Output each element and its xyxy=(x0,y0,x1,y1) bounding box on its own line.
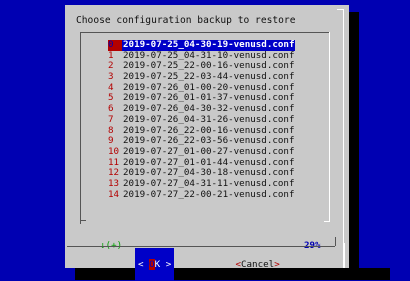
cancel-button[interactable]: <Cancel> xyxy=(202,248,280,281)
list-border-right xyxy=(329,32,330,220)
cancel-bracket-right: > xyxy=(274,259,280,270)
dialog-title: Choose configuration backup to restore xyxy=(76,15,296,26)
item-hotkey: 7 xyxy=(108,113,114,125)
item-hotkey: 10 xyxy=(108,145,120,157)
item-filename: 2019-07-26_04-31-26-venusd.conf xyxy=(123,113,295,125)
item-hotkey: 14 xyxy=(108,188,120,200)
list-border-bottom-left xyxy=(80,215,86,221)
ok-bracket-left: < xyxy=(138,259,150,270)
dialog-edge-top xyxy=(337,9,344,10)
dialog-edge-bottom-right xyxy=(344,243,345,268)
button-row: < OK > <Cancel> xyxy=(135,248,280,281)
list-item[interactable]: 10 2019-07-27_01-00-27-venusd.conf xyxy=(108,145,295,158)
list-item[interactable]: 7 2019-07-26_04-31-26-venusd.conf xyxy=(108,113,295,126)
list-border-top xyxy=(80,32,330,33)
button-divider xyxy=(67,246,335,247)
item-filename: 2019-07-27_22-00-21-venusd.conf xyxy=(123,188,295,200)
cancel-label: Cancel xyxy=(240,259,275,270)
dialog-shadow-right xyxy=(349,12,359,280)
list-item[interactable]: 14 2019-07-27_22-00-21-venusd.conf xyxy=(108,188,295,201)
dialog-edge-right xyxy=(343,9,344,268)
ok-label-rest: K > xyxy=(154,259,172,270)
list-border-bottom-right xyxy=(324,216,330,222)
item-filename: 2019-07-27_01-00-27-venusd.conf xyxy=(123,145,295,157)
restore-dialog: Choose configuration backup to restore 0… xyxy=(65,5,349,281)
backup-rows: 0 2019-07-25_04-30-19-venusd.conf 1 2019… xyxy=(108,39,296,201)
list-border-left xyxy=(80,32,81,224)
ok-button[interactable]: < OK > xyxy=(135,248,175,281)
backup-list[interactable]: 0 2019-07-25_04-30-19-venusd.conf 1 2019… xyxy=(80,32,330,251)
button-divider-end xyxy=(335,237,336,246)
